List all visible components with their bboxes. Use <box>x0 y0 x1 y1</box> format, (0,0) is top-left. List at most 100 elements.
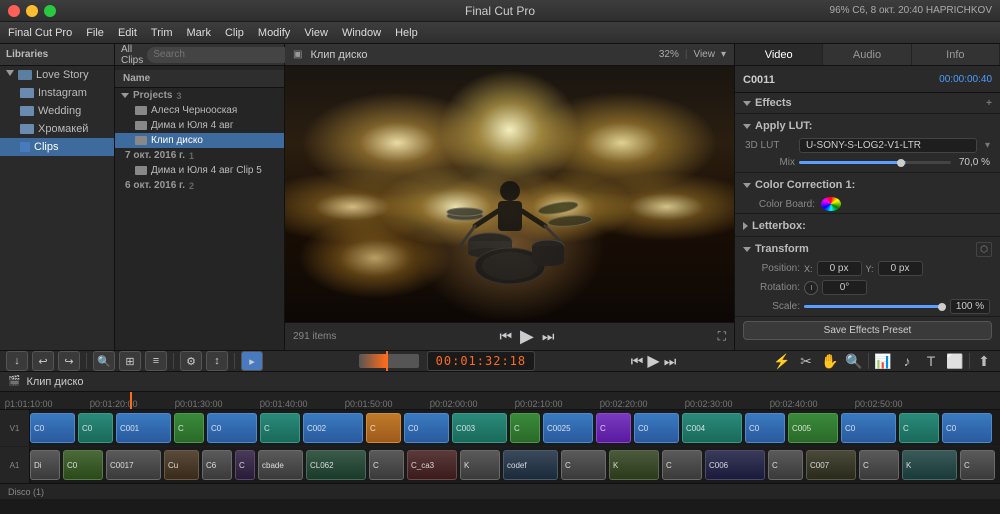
date-group-6oct[interactable]: 6 окт. 2016 г. 2 <box>115 178 284 193</box>
audio-clip-block[interactable]: K <box>609 450 659 480</box>
audio-clip-block[interactable]: C <box>960 450 995 480</box>
effects-header[interactable]: Effects + <box>735 93 1000 113</box>
audio-clip-block[interactable]: K <box>460 450 500 480</box>
minimize-button[interactable] <box>26 5 38 17</box>
save-effects-preset-button[interactable]: Save Effects Preset <box>743 321 992 340</box>
transform-header[interactable]: Transform ⬡ <box>735 239 1000 259</box>
clip-block[interactable]: C0 <box>404 413 449 443</box>
menu-clip[interactable]: Clip <box>225 27 244 39</box>
letterbox-header[interactable]: Letterbox: <box>735 216 1000 236</box>
transform-keyframe-icon[interactable]: ⬡ <box>976 242 992 257</box>
audio-clip-block[interactable]: CL062 <box>306 450 366 480</box>
clip-block[interactable]: C <box>596 413 631 443</box>
audio-clip-block[interactable]: C0 <box>63 450 103 480</box>
timecode-display[interactable]: 00:01:32:18 <box>427 351 535 371</box>
scale-value[interactable]: 100 % <box>950 299 990 314</box>
window-controls[interactable] <box>8 5 56 17</box>
close-button[interactable] <box>8 5 20 17</box>
skip-back-button[interactable]: ⏮ <box>499 328 512 345</box>
position-scrubber[interactable] <box>359 354 419 368</box>
scale-slider[interactable] <box>804 305 946 308</box>
menu-edit[interactable]: Edit <box>118 27 137 39</box>
rotation-dial[interactable] <box>804 281 818 295</box>
projects-group[interactable]: Projects 3 <box>115 88 284 103</box>
clip-block[interactable]: C <box>174 413 204 443</box>
clip-block[interactable]: C0 <box>634 413 679 443</box>
audio-clip-block[interactable]: K <box>902 450 957 480</box>
color-board-icon[interactable] <box>821 197 841 211</box>
audio-clip-block[interactable]: C <box>235 450 255 480</box>
audio-clip-block[interactable]: C <box>662 450 702 480</box>
clip-block[interactable]: C <box>510 413 540 443</box>
effects-add-icon[interactable]: + <box>986 98 992 109</box>
date-group-7oct[interactable]: 7 окт. 2016 г. 1 <box>115 148 284 163</box>
mix-slider[interactable] <box>799 161 951 164</box>
rewind-button[interactable]: ⏮ <box>631 353 644 370</box>
zoom-tool-button[interactable]: 🔍 <box>844 351 864 371</box>
menu-fcp[interactable]: Final Cut Pro <box>8 27 72 39</box>
transport-controls[interactable]: ⏮ ▶ ⏭ <box>499 326 554 347</box>
skip-forward-button[interactable]: ⏭ <box>542 328 555 345</box>
timeline-ruler[interactable]: 01:01:10:00 00:01:20:00 00:01:30:00 00:0… <box>0 392 1000 410</box>
menu-file[interactable]: File <box>86 27 104 39</box>
audio-clip-block[interactable]: C007 <box>806 450 856 480</box>
lut-dropdown-icon[interactable]: ▾ <box>985 140 990 151</box>
browser-item-clip-disco[interactable]: Клип диско <box>115 133 284 148</box>
audio-clip-block[interactable]: C <box>768 450 803 480</box>
tab-audio[interactable]: Audio <box>823 44 911 65</box>
library-item-hromakey[interactable]: Хромакей <box>0 120 114 138</box>
color-correction-header[interactable]: Color Correction 1: <box>735 175 1000 195</box>
title-tool-button[interactable]: T <box>921 351 941 371</box>
menu-trim[interactable]: Trim <box>151 27 173 39</box>
magnetic-tool-button[interactable]: ⚡ <box>772 351 792 371</box>
play-pause-button[interactable]: ▶ <box>647 351 659 371</box>
clip-block[interactable]: C005 <box>788 413 838 443</box>
sort-button[interactable]: ↕ <box>206 351 228 371</box>
audio-clip-block[interactable]: C0017 <box>106 450 161 480</box>
playhead[interactable] <box>130 392 132 410</box>
library-item-instagram[interactable]: Instagram <box>0 84 114 102</box>
browser-item-aleska[interactable]: Алеся Чернооская <box>115 103 284 118</box>
audio-clip-block[interactable]: C_ca3 <box>407 450 457 480</box>
audio-clip-block[interactable]: C6 <box>202 450 232 480</box>
clip-block[interactable]: C0 <box>30 413 75 443</box>
music-icon[interactable]: ♪ <box>897 351 917 371</box>
audio-meter-button[interactable]: 📊 <box>873 351 893 371</box>
fullscreen-icon[interactable]: ⛶ <box>718 329 726 344</box>
maximize-button[interactable] <box>44 5 56 17</box>
clip-block[interactable]: C <box>366 413 401 443</box>
zoom-out-button[interactable]: 🔍 <box>93 351 115 371</box>
hand-tool-button[interactable]: ✋ <box>820 351 840 371</box>
track-content-2[interactable]: Di C0 C0017 Cu C6 C cbade CL062 C C_ca3 … <box>30 447 1000 483</box>
browser-item-dima-clip5[interactable]: Дима и Юля 4 авг Clip 5 <box>115 163 284 178</box>
position-y-value[interactable]: 0 px <box>878 261 923 276</box>
audio-clip-block[interactable]: Cu <box>164 450 199 480</box>
clip-block[interactable]: C0 <box>942 413 992 443</box>
tab-info[interactable]: Info <box>912 44 1000 65</box>
audio-clip-block[interactable]: cbade <box>258 450 303 480</box>
rotation-value[interactable]: 0° <box>822 280 867 295</box>
share-button[interactable]: ⬆ <box>974 351 994 371</box>
library-item-love-story[interactable]: Love Story <box>0 66 114 84</box>
browser-search-input[interactable] <box>147 47 291 63</box>
add-to-timeline-button[interactable]: ↓ <box>6 351 28 371</box>
menu-window[interactable]: Window <box>342 27 381 39</box>
clip-block[interactable]: C <box>899 413 939 443</box>
redo-button[interactable]: ↪ <box>58 351 80 371</box>
audio-clip-block[interactable]: C <box>369 450 404 480</box>
generator-button[interactable]: ⬜ <box>945 351 965 371</box>
select-tool-button[interactable]: ▸ <box>241 351 263 371</box>
clip-block[interactable]: C0 <box>745 413 785 443</box>
clip-block[interactable]: C0 <box>207 413 257 443</box>
filter-button[interactable]: ⚙ <box>180 351 202 371</box>
position-x-value[interactable]: 0 px <box>817 261 862 276</box>
lut-name[interactable]: U-SONY-S-LOG2-V1-LTR <box>799 138 977 153</box>
library-item-clips[interactable]: Clips <box>0 138 114 156</box>
clip-block[interactable]: C0025 <box>543 413 593 443</box>
blade-tool-button[interactable]: ✂ <box>796 351 816 371</box>
audio-clip-block[interactable]: C <box>561 450 606 480</box>
view-toggle-button[interactable]: ⊞ <box>119 351 141 371</box>
fast-forward-button[interactable]: ⏭ <box>664 353 677 370</box>
clip-block[interactable]: C004 <box>682 413 742 443</box>
play-button[interactable]: ▶ <box>520 326 534 347</box>
